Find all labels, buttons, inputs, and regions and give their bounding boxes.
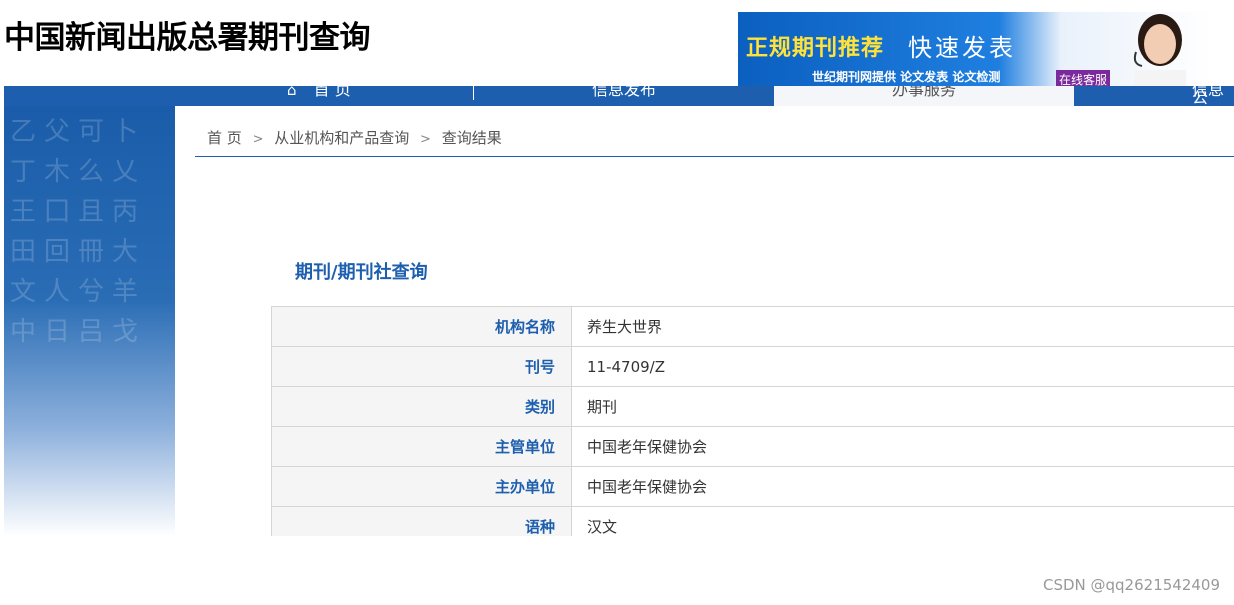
screenshot-crop-area (0, 536, 1234, 605)
row-value: 期刊 (571, 386, 1234, 427)
nav-item-label: 信息发布 (592, 86, 657, 99)
ad-person-image (1133, 14, 1186, 88)
home-icon: ⌂ (287, 86, 297, 99)
watermark: CSDN @qq2621542409 (1042, 576, 1220, 594)
row-label: 刊号 (271, 346, 572, 387)
breadcrumb-current: 查询结果 (441, 129, 502, 147)
row-label: 机构名称 (271, 306, 572, 347)
section-title: 期刊/期刊社查询 (295, 262, 428, 283)
nav-item-home-label: 首 页 (313, 86, 351, 99)
table-row: 主管单位 中国老年保健协会 (271, 426, 1234, 467)
side-decoration: 乙父可卜丁木么乂王囗且丙田回冊大文人兮羊中日吕戈 (4, 106, 175, 536)
table-row: 机构名称 养生大世界 (271, 306, 1234, 347)
row-label: 主办单位 (271, 466, 572, 507)
breadcrumb-separator: > (420, 132, 431, 147)
main-nav: ⌂ 首 页 信息发布 办事服务 信息公 (4, 86, 1234, 106)
breadcrumb-separator: > (252, 132, 264, 147)
site-title: 中国新闻出版总署期刊查询 (4, 20, 371, 56)
row-value: 11-4709/Z (571, 346, 1234, 387)
row-value: 中国老年保健协会 (571, 426, 1234, 467)
nav-item-info-public[interactable]: 信息公 (1192, 86, 1234, 106)
ad-sub-text: 快速发表 (908, 34, 1016, 62)
nav-item-label: 信息公 (1192, 86, 1225, 106)
ad-banner[interactable]: 正规期刊推荐 快速发表 世纪期刊网提供 论文发表 论文检测 在线客服 (738, 12, 1213, 88)
breadcrumb-query-link[interactable]: 从业机构和产品查询 (274, 129, 409, 147)
table-row: 主办单位 中国老年保健协会 (271, 466, 1234, 507)
ad-main-text: 正规期刊推荐 (746, 35, 885, 61)
row-label: 类别 (271, 386, 572, 427)
table-row: 刊号 11-4709/Z (271, 346, 1234, 387)
nav-item-home[interactable]: ⌂ 首 页 (287, 86, 373, 106)
nav-item-label: 办事服务 (891, 86, 956, 99)
ad-line-text: 世纪期刊网提供 论文发表 论文检测 (812, 70, 1001, 84)
nav-item-services[interactable]: 办事服务 (774, 86, 1074, 106)
row-label: 主管单位 (271, 426, 572, 467)
result-table: 机构名称 养生大世界 刊号 11-4709/Z 类别 期刊 主管单位 中国老年保… (271, 306, 1234, 547)
row-value: 养生大世界 (571, 306, 1234, 347)
breadcrumb-divider (195, 156, 1234, 157)
table-row: 类别 期刊 (271, 386, 1234, 427)
nav-separator (473, 86, 474, 100)
row-value: 中国老年保健协会 (571, 466, 1234, 507)
breadcrumb: 首 页 > 从业机构和产品查询 > 查询结果 (207, 127, 502, 148)
breadcrumb-home-link[interactable]: 首 页 (207, 129, 242, 147)
nav-item-info-publish[interactable]: 信息发布 (592, 86, 656, 106)
side-glyph-pattern: 乙父可卜丁木么乂王囗且丙田回冊大文人兮羊中日吕戈 (10, 117, 147, 347)
